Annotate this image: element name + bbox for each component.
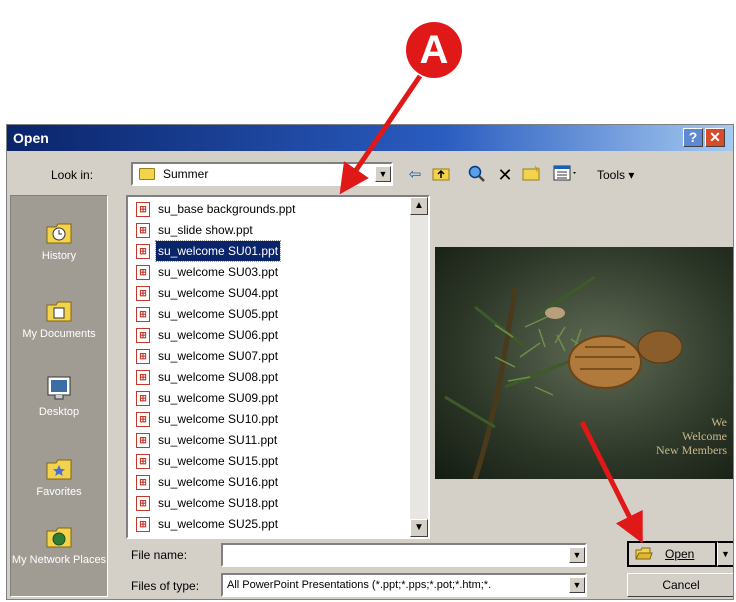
open-dialog: Open ? ✕ Look in: Summer ▼ ⇦ ✕ Tools ▾ H… xyxy=(6,124,734,600)
ppt-file-icon: ⊞ xyxy=(136,496,150,511)
file-name: su_welcome SU08.ppt xyxy=(158,370,279,384)
ppt-file-icon: ⊞ xyxy=(136,265,150,280)
open-folder-icon xyxy=(635,547,653,564)
new-folder-icon[interactable] xyxy=(521,165,541,185)
preview-caption: We Welcome New Members xyxy=(656,415,727,457)
place-history[interactable]: History xyxy=(11,218,107,263)
file-name: su_welcome SU15.ppt xyxy=(158,454,279,468)
ppt-file-icon: ⊞ xyxy=(136,307,150,322)
file-name: su_welcome SU11.ppt xyxy=(158,433,278,447)
dialog-title: Open xyxy=(13,130,49,146)
place-network[interactable]: My Network Places xyxy=(11,522,107,567)
places-bar: History My Documents Desktop Favorites M… xyxy=(10,195,108,597)
folder-icon xyxy=(139,168,155,180)
preview-pane: We Welcome New Members xyxy=(435,247,733,479)
place-label: History xyxy=(41,250,77,262)
callout-a-badge: A xyxy=(406,22,462,78)
file-list[interactable]: ⊞ su_base backgrounds.ppt ⊞ su_slide show.p… xyxy=(126,195,430,539)
file-name: su_base backgrounds.ppt xyxy=(158,202,296,216)
delete-icon[interactable]: ✕ xyxy=(495,165,515,185)
ppt-file-icon: ⊞ xyxy=(136,349,150,364)
ppt-file-icon: ⊞ xyxy=(136,412,150,427)
preview-caption-line: Welcome xyxy=(681,429,727,443)
ppt-file-icon: ⊞ xyxy=(136,517,150,532)
file-name-dropdown-button[interactable]: ▼ xyxy=(569,547,585,563)
my-documents-icon xyxy=(44,296,74,324)
file-name: su_welcome SU09.ppt xyxy=(158,391,279,405)
file-name: su_slide show.ppt xyxy=(158,223,253,237)
file-name: su_welcome SU16.ppt xyxy=(158,475,279,489)
file-type-select[interactable]: All PowerPoint Presentations (*.ppt;*.pp… xyxy=(221,573,587,597)
file-name: su_welcome SU01.ppt xyxy=(154,240,282,262)
ppt-file-icon: ⊞ xyxy=(136,244,150,259)
ppt-file-icon: ⊞ xyxy=(136,328,150,343)
look-in-label: Look in: xyxy=(51,168,94,182)
cancel-button[interactable]: Cancel xyxy=(627,573,733,597)
file-name-field[interactable]: ▼ xyxy=(221,543,587,567)
file-name: su_welcome SU03.ppt xyxy=(158,265,279,279)
file-name: su_welcome SU04.ppt xyxy=(158,286,279,300)
file-name: su_welcome SU18.ppt xyxy=(158,496,279,510)
file-list-scrollbar[interactable]: ▲ ▼ xyxy=(410,197,428,537)
file-type-dropdown-button[interactable]: ▼ xyxy=(569,577,585,593)
tools-label: Tools xyxy=(597,168,626,182)
favorites-icon xyxy=(44,454,74,482)
preview-caption-line: New Members xyxy=(656,443,727,457)
preview-caption-line: We xyxy=(711,415,727,429)
help-button[interactable]: ? xyxy=(683,128,703,147)
open-options-dropdown[interactable]: ▼ xyxy=(717,541,733,567)
file-name-label: File name: xyxy=(131,548,188,562)
file-name: su_welcome SU06.ppt xyxy=(158,328,279,342)
look-in-value: Summer xyxy=(163,167,209,181)
place-label: Desktop xyxy=(38,406,80,418)
desktop-icon xyxy=(44,374,74,402)
back-arrow-icon[interactable]: ⇦ xyxy=(405,165,425,185)
network-places-icon xyxy=(44,522,74,550)
ppt-file-icon: ⊞ xyxy=(136,286,150,301)
scroll-down-button[interactable]: ▼ xyxy=(410,519,428,537)
place-label: My Network Places xyxy=(11,554,107,566)
ppt-file-icon: ⊞ xyxy=(136,370,150,385)
look-in-combo[interactable]: Summer ▼ xyxy=(131,162,393,186)
ppt-file-icon: ⊞ xyxy=(136,475,150,490)
close-button[interactable]: ✕ xyxy=(705,128,725,147)
place-my-documents[interactable]: My Documents xyxy=(11,296,107,341)
scroll-up-button[interactable]: ▲ xyxy=(410,197,428,215)
up-folder-icon[interactable] xyxy=(431,165,451,185)
place-desktop[interactable]: Desktop xyxy=(11,374,107,419)
tools-menu[interactable]: Tools ▾ xyxy=(597,168,634,182)
look-in-dropdown-button[interactable]: ▼ xyxy=(375,166,391,182)
file-name: su_welcome SU07.ppt xyxy=(158,349,279,363)
ppt-file-icon: ⊞ xyxy=(136,433,150,448)
title-bar: Open ? ✕ xyxy=(7,125,733,151)
ppt-file-icon: ⊞ xyxy=(136,454,150,469)
ppt-file-icon: ⊞ xyxy=(136,202,150,217)
file-name: su_welcome SU05.ppt xyxy=(158,307,279,321)
history-icon xyxy=(44,218,74,246)
ppt-file-icon: ⊞ xyxy=(136,223,150,238)
open-label: Open xyxy=(665,547,695,561)
open-button[interactable]: Open xyxy=(627,541,717,567)
file-type-value: All PowerPoint Presentations (*.ppt;*.pp… xyxy=(227,579,492,591)
place-label: My Documents xyxy=(22,328,96,340)
place-favorites[interactable]: Favorites xyxy=(11,454,107,499)
file-type-label: Files of type: xyxy=(131,579,200,593)
file-name: su_welcome SU10.ppt xyxy=(158,412,279,426)
search-web-icon[interactable] xyxy=(467,165,487,185)
file-name: su_welcome SU25.ppt xyxy=(158,517,279,531)
views-icon[interactable] xyxy=(553,165,576,185)
place-label: Favorites xyxy=(36,486,82,498)
ppt-file-icon: ⊞ xyxy=(136,391,150,406)
